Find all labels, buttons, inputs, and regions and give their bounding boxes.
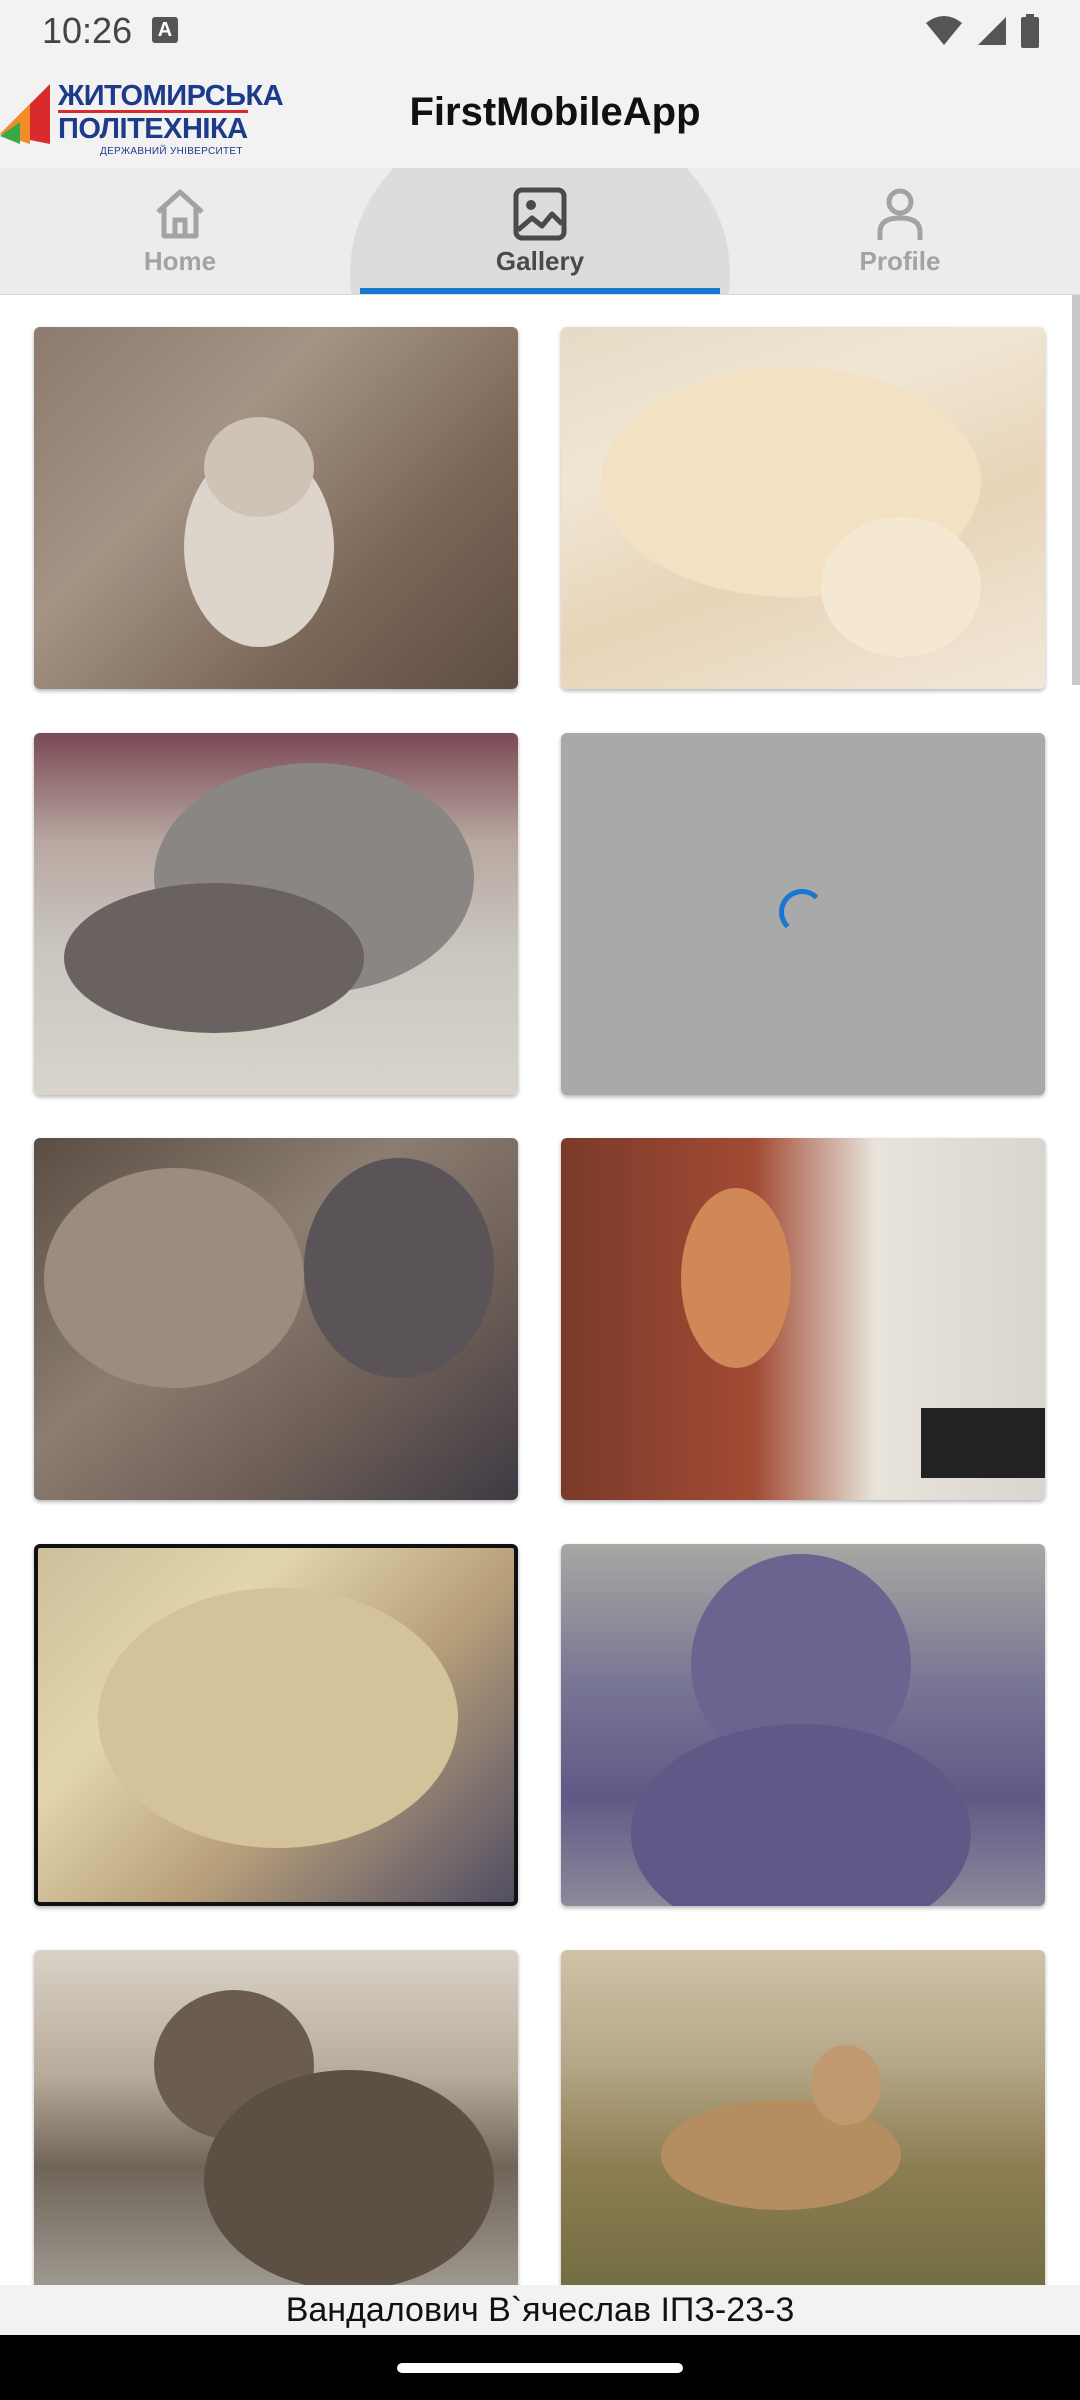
status-time: 10:26 — [42, 10, 133, 51]
cat-head — [821, 517, 981, 657]
cat-body — [64, 883, 364, 1033]
cat-body — [631, 1724, 971, 1906]
tab-profile-label: Profile — [859, 246, 941, 276]
cat-figure — [681, 1188, 791, 1368]
gallery-image[interactable] — [34, 327, 518, 689]
cat-figure — [44, 1168, 304, 1388]
image-icon — [512, 184, 568, 244]
tab-home[interactable]: Home — [0, 168, 360, 294]
gallery-grid[interactable] — [0, 295, 1080, 2285]
gallery-image[interactable] — [561, 1544, 1045, 1906]
person-icon — [872, 184, 928, 244]
tab-home-label: Home — [143, 246, 217, 276]
gallery-image[interactable] — [34, 733, 518, 1095]
cat-figure-2 — [304, 1158, 494, 1378]
a-icon: A — [152, 17, 178, 43]
tab-selected-indicator — [360, 288, 720, 294]
tab-bar: Home Gallery Profile — [0, 168, 1080, 295]
book-shape — [921, 1408, 1045, 1478]
gallery-image-loading[interactable] — [561, 733, 1045, 1095]
tab-gallery-label: Gallery — [495, 246, 585, 276]
wifi-icon — [926, 16, 962, 45]
cat-head — [811, 2045, 881, 2125]
gallery-image[interactable] — [561, 327, 1045, 689]
signal-icon — [978, 17, 1006, 45]
gallery-image[interactable] — [34, 1138, 518, 1500]
home-gesture-handle[interactable] — [397, 2363, 683, 2373]
cat-head — [204, 417, 314, 517]
tab-gallery[interactable]: Gallery — [360, 168, 720, 294]
logo-text-line3: ДЕРЖАВНИЙ УНІВЕРСИТЕТ — [100, 146, 243, 157]
gallery-image[interactable] — [561, 1138, 1045, 1500]
status-bar: 10:26 A — [0, 0, 1080, 62]
home-icon — [152, 184, 208, 244]
gallery-image[interactable] — [561, 1950, 1045, 2285]
scrollbar[interactable] — [1072, 295, 1080, 685]
loading-spinner — [779, 889, 825, 935]
gallery-image[interactable] — [34, 1950, 518, 2285]
app-title: FirstMobileApp — [409, 90, 701, 134]
gallery-image[interactable] — [34, 1544, 518, 1906]
footer: Вандалович В`ячеслав ІПЗ-23-3 — [0, 2285, 1080, 2335]
status-icons — [924, 14, 1040, 48]
cat-figure — [98, 1588, 458, 1848]
tab-profile[interactable]: Profile — [720, 168, 1080, 294]
footer-text: Вандалович В`ячеслав ІПЗ-23-3 — [285, 2291, 795, 2329]
cat-body — [204, 2070, 494, 2285]
battery-icon — [1021, 14, 1039, 48]
system-nav-bar — [0, 2335, 1080, 2400]
app-bar: ЖИТОМИРСЬКА ПОЛІТЕХНІКА ДЕРЖАВНИЙ УНІВЕР… — [0, 62, 1080, 168]
